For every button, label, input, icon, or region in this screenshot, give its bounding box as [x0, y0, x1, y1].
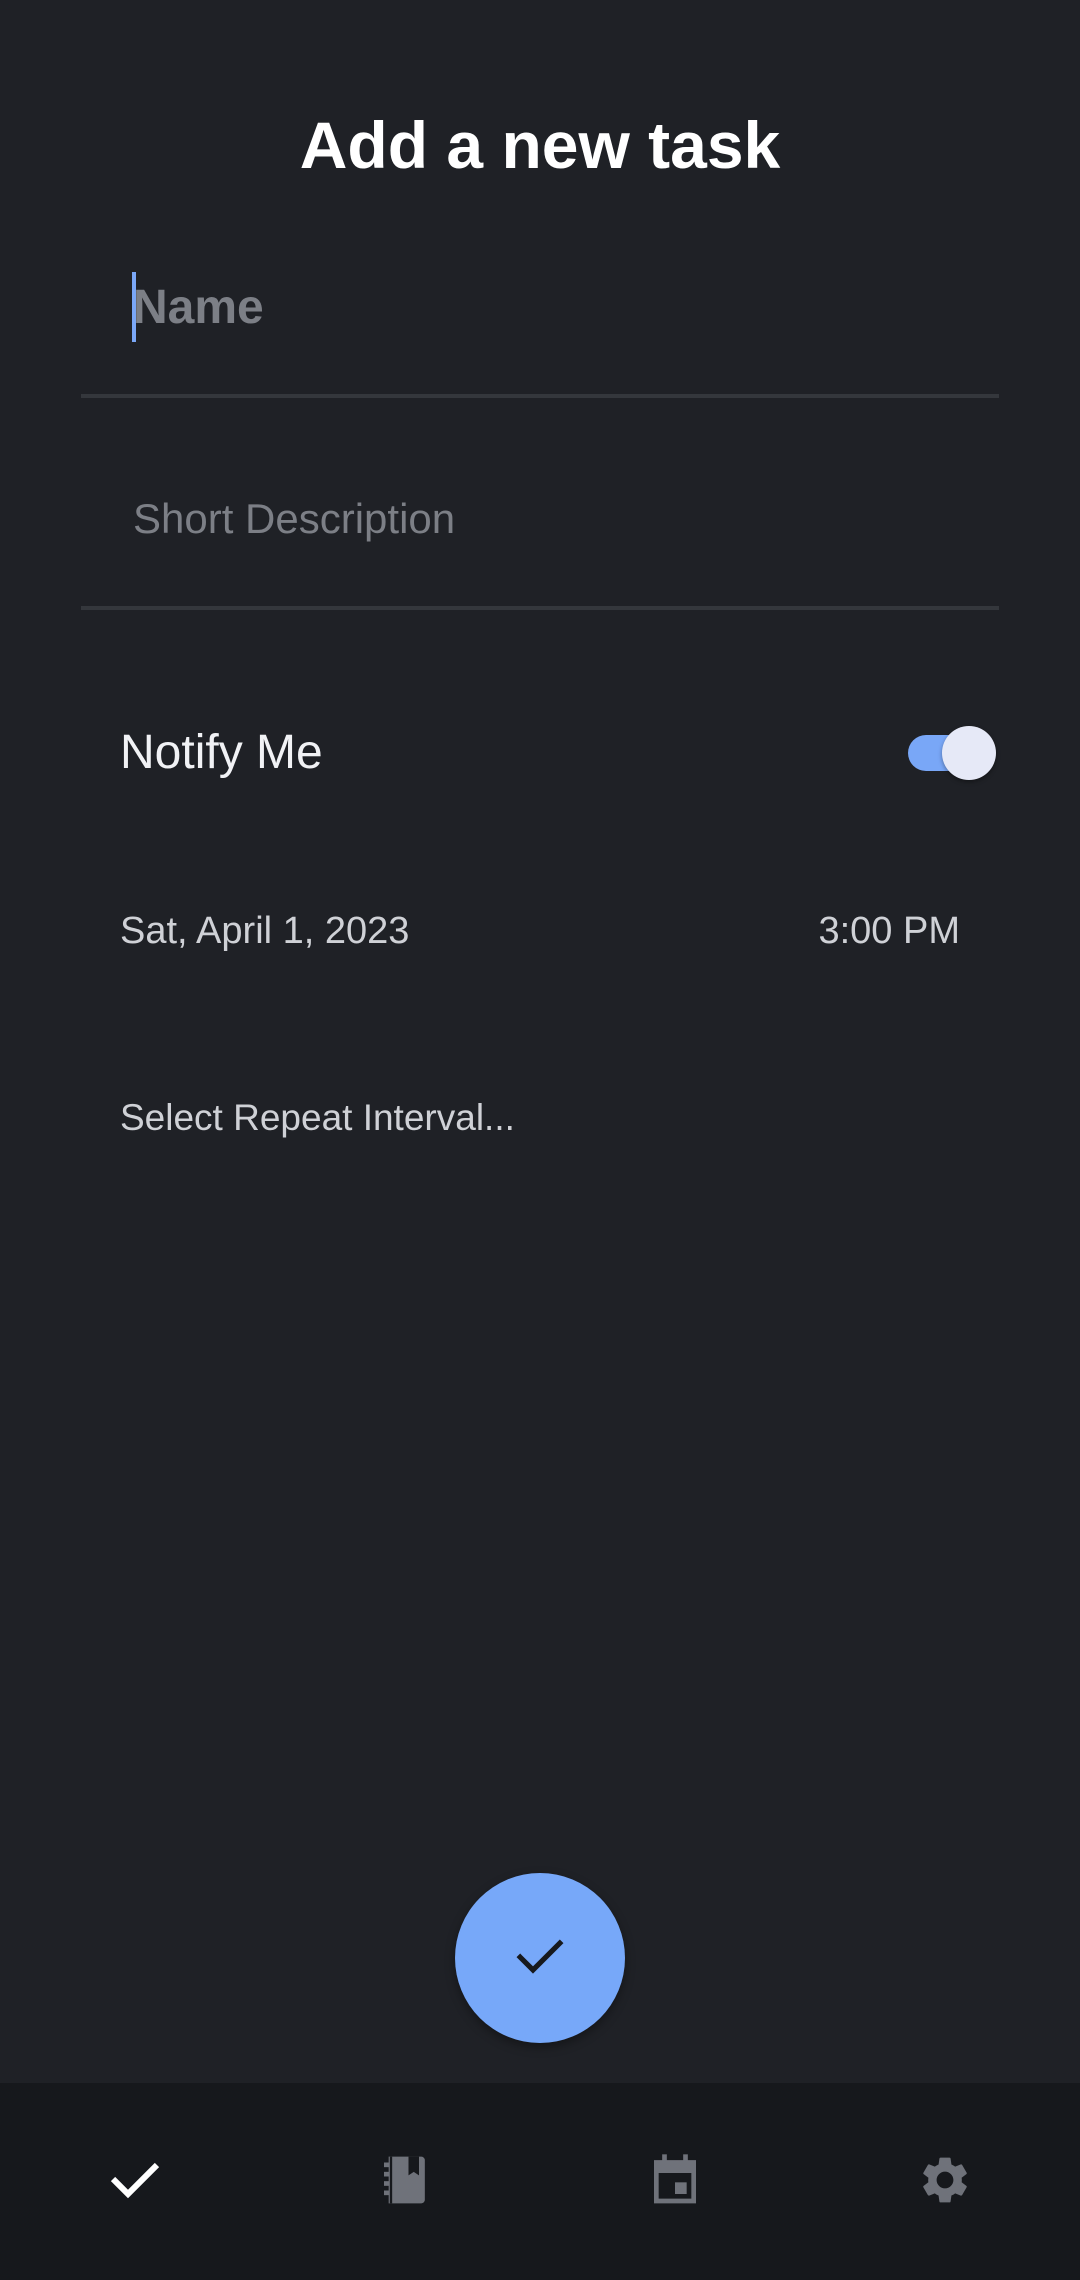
- name-input[interactable]: [133, 276, 953, 338]
- page-title: Add a new task: [299, 108, 781, 182]
- nav-item-settings[interactable]: [890, 2127, 1000, 2237]
- toggle-thumb: [942, 726, 996, 780]
- notify-label: Notify Me: [120, 726, 323, 779]
- gear-icon: [917, 2152, 973, 2213]
- nav-item-notes[interactable]: [350, 2127, 460, 2237]
- time-picker-button[interactable]: 3:00 PM: [818, 908, 960, 954]
- save-task-button[interactable]: [455, 1873, 625, 2043]
- datetime-row: Sat, April 1, 2023 3:00 PM: [120, 900, 1000, 966]
- nav-item-calendar[interactable]: [620, 2127, 730, 2237]
- description-input[interactable]: [133, 488, 953, 550]
- calendar-icon: [647, 2152, 703, 2213]
- date-picker-button[interactable]: Sat, April 1, 2023: [120, 908, 409, 954]
- description-field[interactable]: [81, 468, 999, 610]
- notify-row: Notify Me: [120, 710, 1000, 794]
- nav-item-tasks[interactable]: [80, 2127, 190, 2237]
- notify-toggle[interactable]: [904, 726, 1000, 780]
- check-icon: [512, 1928, 568, 1989]
- check-icon: [107, 2152, 163, 2213]
- name-field[interactable]: [81, 256, 999, 398]
- repeat-interval-selector[interactable]: Select Repeat Interval...: [120, 1090, 515, 1146]
- bottom-navigation: [0, 2083, 1080, 2280]
- notebook-icon: [377, 2152, 433, 2213]
